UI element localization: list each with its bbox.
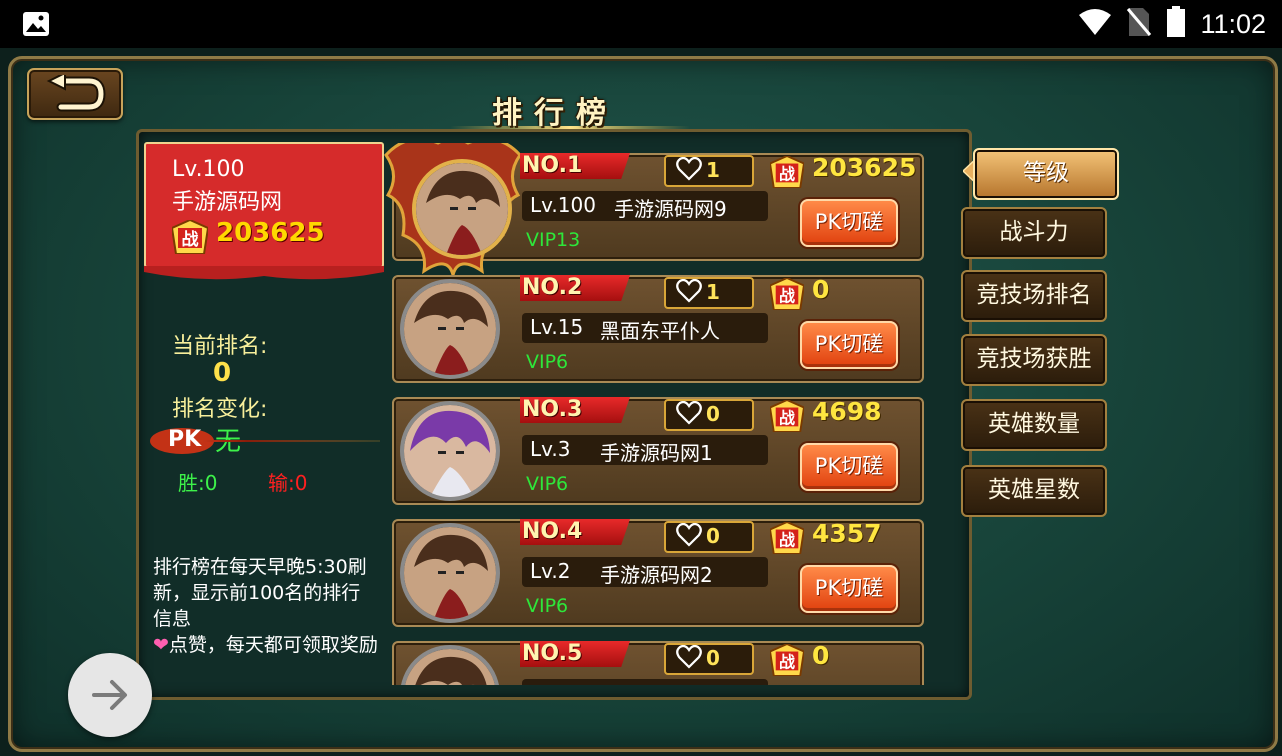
tab-hero-stars[interactable]: 英雄星数: [961, 465, 1107, 517]
arrow-right-icon: [92, 680, 127, 710]
battery-icon: [1166, 6, 1186, 42]
player-level: Lv.2: [530, 559, 571, 583]
ranking-info-text: 排行榜在每天早晚5:30刷新，显示前100名的排行信息 ❤点赞，每天都可领取奖励: [153, 554, 378, 658]
clock: 11:02: [1200, 8, 1266, 39]
ranking-row: NO.4 0 战 4357 Lv.2 手游源码网2 VIP6 PK切磋: [392, 509, 924, 627]
no-sim-icon: [1126, 7, 1152, 41]
player-level: Lv.3: [530, 437, 571, 461]
ranking-screen: 排行榜 Lv.100 手游源码网 战 203625 当前排名: 0 排名变化: …: [0, 48, 1282, 756]
battle-power-icon: 战: [769, 398, 805, 436]
player-name: 黑面东平仆人: [600, 319, 720, 343]
pk-challenge-button[interactable]: PK切磋: [800, 443, 898, 491]
current-rank-label: 当前排名:: [172, 334, 268, 359]
vip-level: VIP6: [526, 351, 569, 373]
heart-outline-icon: [676, 522, 702, 551]
ranking-row: NO.3 0 战 4698 Lv.3 手游源码网1 VIP6 PK切磋: [392, 387, 924, 505]
tab-level[interactable]: 等级: [973, 148, 1119, 200]
player-name: 手游源码网2: [600, 563, 713, 587]
svg-text:战: 战: [779, 287, 795, 306]
banner-tail: [144, 266, 384, 280]
rank-number: NO.2: [522, 275, 583, 300]
battle-power-value: 203625: [812, 153, 917, 182]
like-count: 1: [706, 280, 720, 304]
player-name: 手游源码网9: [614, 197, 727, 221]
tab-battle-power[interactable]: 战斗力: [961, 207, 1107, 259]
player-level: Lv.100: [172, 157, 245, 182]
battle-power-value: 4357: [812, 519, 882, 548]
svg-text:战: 战: [779, 531, 795, 550]
back-button[interactable]: [27, 68, 123, 120]
pk-label: PK: [168, 427, 202, 452]
svg-text:战: 战: [779, 409, 795, 428]
heart-outline-icon: [676, 644, 702, 673]
like-count: 1: [706, 158, 720, 182]
like-count: 0: [706, 402, 720, 426]
pk-challenge-button[interactable]: PK切磋: [800, 565, 898, 613]
battle-power-icon: 战: [769, 276, 805, 314]
wifi-icon: [1078, 8, 1112, 40]
ranking-list[interactable]: NO.1 1 战 203625 Lv.100 手游源码网9 VIP13 PK切磋…: [378, 143, 938, 685]
svg-text:战: 战: [779, 165, 795, 184]
player-banner: Lv.100 手游源码网 战 203625: [144, 142, 384, 268]
like-count: 0: [706, 646, 720, 670]
battle-power-icon: 战: [170, 218, 210, 258]
tab-arena-wins[interactable]: 竞技场获胜: [961, 334, 1107, 386]
svg-text:战: 战: [182, 230, 199, 250]
player-avatar[interactable]: [412, 159, 512, 259]
player-avatar[interactable]: [400, 401, 500, 501]
heart-outline-icon: [676, 278, 702, 307]
rank-number: NO.3: [522, 397, 583, 422]
svg-text:战: 战: [779, 653, 795, 672]
pk-challenge-button[interactable]: PK切磋: [800, 321, 898, 369]
player-avatar[interactable]: [400, 279, 500, 379]
pk-lose-count: 输:0: [268, 471, 308, 495]
heart-icon: ❤: [153, 634, 169, 656]
heart-outline-icon: [676, 400, 702, 429]
image-icon: [22, 11, 50, 41]
rank-number: NO.1: [522, 153, 583, 178]
player-name: 手游源码网: [172, 190, 283, 215]
rank-change-label: 排名变化:: [172, 397, 268, 422]
heart-outline-icon: [676, 156, 702, 185]
battle-power-value: 0: [812, 275, 830, 304]
like-note-text: 点赞，每天都可领取奖励: [168, 634, 378, 656]
vip-level: VIP13: [526, 229, 581, 251]
refresh-note: 排行榜在每天早晚5:30刷新，显示前100名的排行信息: [153, 556, 367, 630]
floating-forward-button[interactable]: [68, 653, 152, 737]
vip-level: VIP6: [526, 595, 569, 617]
battle-power-value: 4698: [812, 397, 882, 426]
pk-challenge-button[interactable]: PK切磋: [800, 199, 898, 247]
battle-power-icon: 战: [769, 520, 805, 558]
battle-power-icon: 战: [769, 642, 805, 680]
tab-hero-count[interactable]: 英雄数量: [961, 399, 1107, 451]
like-count: 0: [706, 524, 720, 548]
page-title: 排行榜: [492, 96, 618, 131]
status-bar: 11:02: [0, 0, 1282, 48]
ranking-row: NO.5 0 战 0: [392, 631, 924, 685]
ranking-row: NO.1 1 战 203625 Lv.100 手游源码网9 VIP13 PK切磋: [384, 143, 924, 275]
current-rank-value: 0: [212, 358, 232, 388]
pk-win-count: 胜:0: [178, 471, 218, 495]
name-box: [522, 679, 768, 685]
player-name: 手游源码网1: [600, 441, 713, 465]
vip-level: VIP6: [526, 473, 569, 495]
rank-number: NO.4: [522, 519, 583, 544]
battle-power-icon: 战: [769, 154, 805, 192]
battle-power-value: 0: [812, 641, 830, 670]
player-level: Lv.100: [530, 193, 596, 217]
tab-arena-rank[interactable]: 竞技场排名: [961, 270, 1107, 322]
player-level: Lv.15: [530, 315, 584, 339]
like-note: ❤点赞，每天都可领取奖励: [153, 632, 378, 658]
player-power: 203625: [216, 218, 325, 248]
rank-number: NO.5: [522, 641, 583, 666]
ranking-row: NO.2 1 战 0 Lv.15 黑面东平仆人 VIP6 PK切磋: [392, 265, 924, 383]
player-avatar[interactable]: [400, 523, 500, 623]
return-arrow-icon: [46, 75, 106, 112]
